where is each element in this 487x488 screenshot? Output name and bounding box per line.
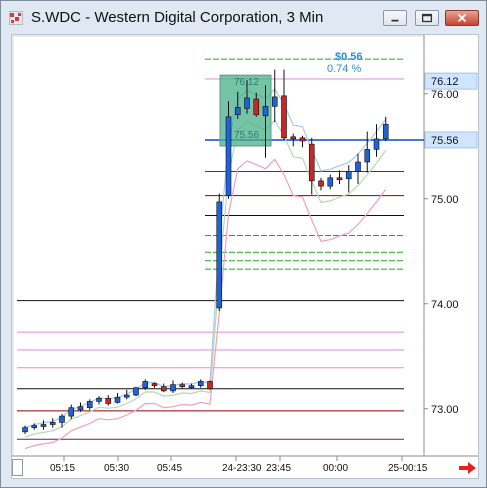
title-bar[interactable]: S.WDC - Western Digital Corporation, 3 M… [1,1,486,33]
candle-body-21[interactable] [216,201,223,309]
candle-body-39[interactable] [382,123,389,140]
candle-body-17[interactable] [179,384,186,388]
x-tick-label-3: 24-23:30 [222,463,262,474]
candle-body-37[interactable] [364,149,371,163]
candle-body-28[interactable] [281,95,287,139]
candle-body-38[interactable] [373,138,380,150]
candle-body-27[interactable] [271,96,278,107]
candle-body-18[interactable] [188,385,195,388]
change-percent: 0.74 % [327,63,361,75]
candle-body-31[interactable] [308,143,315,182]
candle-body-20[interactable] [207,381,213,390]
maximize-button[interactable] [415,10,439,26]
candle-body-23[interactable] [234,107,241,116]
candle-body-5[interactable] [68,407,75,417]
candle-body-0[interactable] [22,427,28,433]
candle-body-9[interactable] [105,397,112,404]
close-icon [457,13,467,23]
overlay-low-label: 75.56 [234,130,259,141]
candle-body-19[interactable] [197,381,204,386]
price-label-0: 76.12 [431,76,459,88]
x-tick-label-4: 23:45 [266,463,291,474]
candle-body-36[interactable] [355,161,361,172]
candle-body-24[interactable] [244,97,250,109]
window-title: S.WDC - Western Digital Corporation, 3 M… [31,9,324,26]
candle-body-1[interactable] [31,425,38,428]
candle-body-14[interactable] [151,383,158,386]
candle-body-26[interactable] [262,106,269,117]
x-tick-label-1: 05:30 [104,463,129,474]
chart-scroll-box[interactable] [12,459,23,476]
chart-app-icon [9,11,23,25]
candle-body-4[interactable] [59,415,65,423]
right-arrow-icon[interactable] [458,461,478,475]
candle-body-7[interactable] [86,401,93,408]
candle-body-3[interactable] [49,422,56,425]
close-button[interactable] [445,10,479,26]
candle-body-6[interactable] [77,406,84,411]
candle-body-32[interactable] [318,180,324,187]
x-tick-label-0: 05:15 [50,463,75,474]
y-tick-label-1: 75.00 [431,194,459,206]
y-tick-label-0: 76.00 [431,89,459,101]
candle-body-2[interactable] [40,424,47,427]
price-label-1: 75.56 [431,135,459,147]
change-value: $0.56 [335,51,363,63]
candle-body-25[interactable] [253,98,260,116]
candle-body-15[interactable] [160,386,167,392]
candle-body-13[interactable] [142,381,149,389]
minimize-icon [391,19,399,22]
candle-body-34[interactable] [336,177,343,181]
candle-body-35[interactable] [345,171,352,180]
candle-body-10[interactable] [114,396,121,403]
maximize-icon [421,13,433,23]
candle-body-12[interactable] [133,387,139,396]
candle-body-29[interactable] [290,136,297,140]
candle-body-22[interactable] [225,116,232,196]
candle-body-33[interactable] [327,177,334,187]
candle-body-11[interactable] [123,394,130,398]
price-chart[interactable]: 76.1275.5676.0075.0074.0073.0076.1275.56… [12,35,478,478]
chart-panel[interactable]: 76.1275.5676.0075.0074.0073.0076.1275.56… [11,34,479,479]
y-tick-label-2: 74.00 [431,299,459,311]
x-tick-label-6: 25-00:15 [388,463,428,474]
x-tick-label-2: 05:45 [157,463,182,474]
candle-body-30[interactable] [299,137,306,142]
candle-body-8[interactable] [96,397,102,402]
chart-window: S.WDC - Western Digital Corporation, 3 M… [0,0,487,488]
x-tick-label-5: 00:00 [323,463,348,474]
y-tick-label-3: 73.00 [431,404,459,416]
minimize-button[interactable] [383,10,407,26]
candle-body-16[interactable] [170,384,176,392]
